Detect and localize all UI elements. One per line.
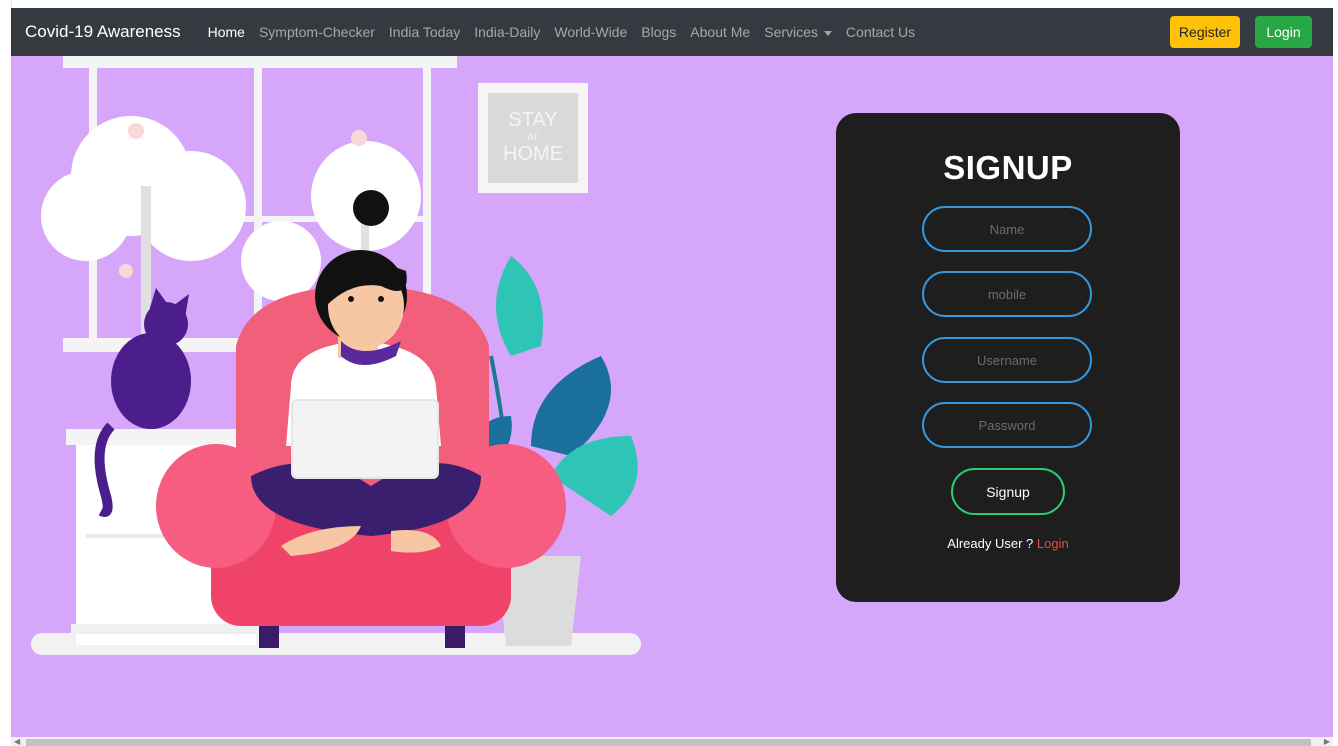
password-field[interactable] [922,402,1092,448]
register-button[interactable]: Register [1170,16,1240,48]
stay-home-sign: STAY AT HOME [478,83,588,193]
sign-line-2: AT [528,132,539,142]
already-user-label: Already User ? [947,536,1037,551]
nav-blogs[interactable]: Blogs [634,24,683,40]
sign-line-3: HOME [503,143,563,165]
scroll-left-icon[interactable]: ◀ [14,737,20,746]
nav-india-daily[interactable]: India-Daily [467,24,547,40]
already-user-text: Already User ? Login [836,536,1180,551]
nav-links: Home Symptom-Checker India Today India-D… [201,24,923,40]
nav-world-wide[interactable]: World-Wide [547,24,634,40]
mobile-field[interactable] [922,271,1092,317]
signup-card: SIGNUP Signup Already User ? Login [836,113,1180,602]
brand-link[interactable]: Covid-19 Awareness [25,22,181,42]
nav-symptom-checker[interactable]: Symptom-Checker [252,24,382,40]
navbar: Covid-19 Awareness Home Symptom-Checker … [11,8,1333,56]
scroll-right-icon[interactable]: ▶ [1324,737,1330,746]
signup-title: SIGNUP [943,149,1073,186]
nav-india-today[interactable]: India Today [382,24,467,40]
caret-down-icon [823,30,832,36]
login-link[interactable]: Login [1037,536,1069,551]
nav-services-dropdown[interactable]: Services [757,24,839,40]
stay-home-illustration: STAY AT HOME [31,56,641,655]
login-button[interactable]: Login [1255,16,1312,48]
nav-home[interactable]: Home [201,24,252,40]
username-field[interactable] [922,337,1092,383]
horizontal-scrollbar[interactable]: ◀ ▶ [11,737,1333,746]
nav-services-label: Services [764,24,818,40]
signup-button[interactable]: Signup [951,468,1065,515]
sign-line-1: STAY [508,109,557,131]
page-frame: Covid-19 Awareness Home Symptom-Checker … [11,8,1333,737]
nav-about-me[interactable]: About Me [683,24,757,40]
nav-contact-us[interactable]: Contact Us [839,24,922,40]
name-field[interactable] [922,206,1092,252]
scrollbar-thumb[interactable] [26,739,1311,746]
